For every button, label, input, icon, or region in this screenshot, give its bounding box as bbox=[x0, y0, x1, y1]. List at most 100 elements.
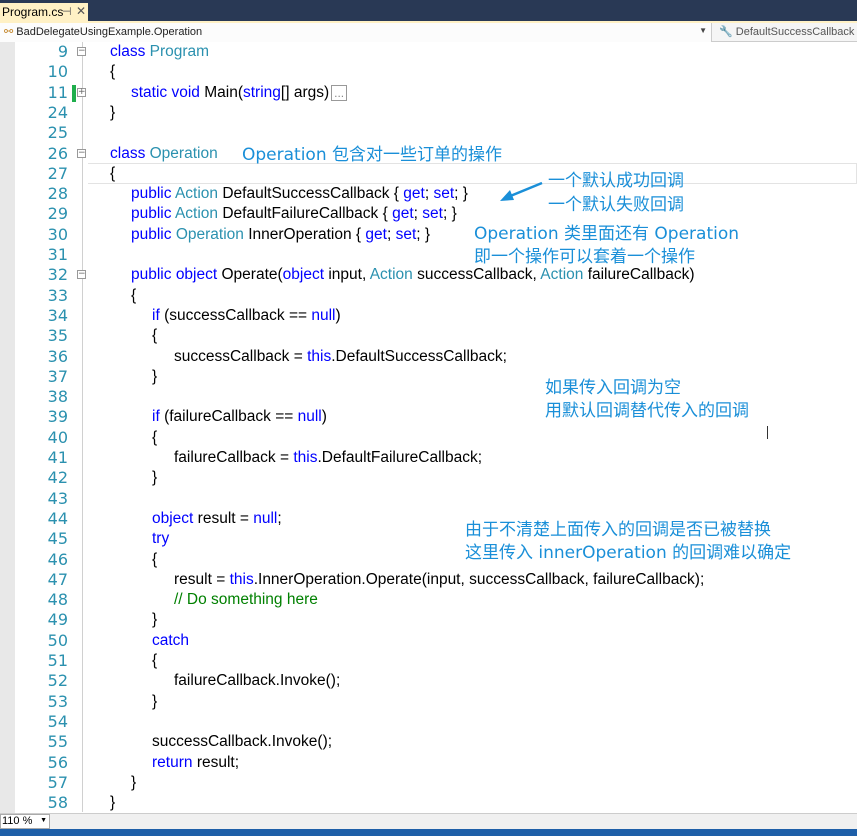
tab-program-cs[interactable]: Program.cs ⊣ ✕ bbox=[0, 3, 88, 21]
outline-margin bbox=[82, 42, 83, 812]
code-line[interactable]: } bbox=[131, 774, 136, 792]
code-line[interactable]: // Do something here bbox=[174, 591, 318, 609]
code-line[interactable]: } bbox=[152, 611, 157, 629]
annotation-default-success: 一个默认成功回调 bbox=[548, 171, 684, 191]
code-line[interactable]: { bbox=[110, 63, 115, 81]
code-token: } bbox=[110, 103, 116, 121]
code-token: { bbox=[152, 550, 158, 568]
line-number: 34 bbox=[47, 305, 68, 325]
code-line[interactable]: catch bbox=[152, 632, 189, 650]
code-token: { bbox=[152, 327, 158, 345]
navigation-bar: ⚯ BadDelegateUsingExample.Operation ▼ 🔧 … bbox=[0, 21, 857, 42]
code-token: ) bbox=[335, 306, 341, 324]
code-token: (failureCallback == bbox=[164, 408, 298, 426]
code-line[interactable]: public Action DefaultFailureCallback { g… bbox=[131, 205, 457, 223]
code-token: failureCallback) bbox=[587, 266, 695, 284]
line-number: 39 bbox=[47, 407, 68, 427]
code-token: (successCallback == bbox=[164, 306, 312, 324]
code-token: set bbox=[422, 205, 443, 223]
code-token: this bbox=[307, 347, 332, 365]
code-token: ) bbox=[321, 408, 327, 426]
line-number: 27 bbox=[47, 163, 68, 183]
line-number: 57 bbox=[47, 772, 68, 792]
chevron-down-icon[interactable]: ▼ bbox=[40, 817, 47, 824]
code-line[interactable]: try bbox=[152, 530, 169, 548]
code-line[interactable]: if (failureCallback == null) bbox=[152, 408, 327, 426]
code-token: object bbox=[175, 266, 222, 284]
pin-icon[interactable]: ⊣ bbox=[62, 5, 72, 18]
expand-icon[interactable]: + bbox=[77, 87, 86, 97]
code-token: } bbox=[110, 794, 116, 812]
collapse-icon[interactable]: − bbox=[77, 148, 86, 158]
code-token: Operation bbox=[149, 144, 218, 162]
code-line[interactable]: failureCallback = this.DefaultFailureCal… bbox=[174, 449, 482, 467]
annotation-uncertain-2: 这里传入 innerOperation 的回调难以确定 bbox=[465, 543, 792, 563]
line-number: 55 bbox=[47, 732, 68, 752]
code-line[interactable]: } bbox=[152, 693, 157, 711]
code-line[interactable]: object result = null; bbox=[152, 510, 282, 528]
code-line[interactable]: if (successCallback == null) bbox=[152, 307, 341, 325]
code-line[interactable]: successCallback.Invoke(); bbox=[152, 733, 332, 751]
code-line[interactable]: { bbox=[152, 327, 157, 345]
code-token: Action bbox=[174, 205, 223, 223]
code-line[interactable]: successCallback = this.DefaultSuccessCal… bbox=[174, 348, 507, 366]
code-line[interactable]: } bbox=[110, 104, 115, 122]
type-selector-dropdown[interactable]: ⚯ BadDelegateUsingExample.Operation ▼ bbox=[0, 23, 712, 42]
code-line[interactable]: failureCallback.Invoke(); bbox=[174, 672, 340, 690]
code-token: get bbox=[403, 185, 425, 203]
collapse-icon[interactable]: − bbox=[77, 47, 86, 56]
code-token: successCallback, bbox=[417, 266, 541, 284]
code-token: return bbox=[152, 753, 197, 771]
code-token: [] args) bbox=[280, 83, 330, 101]
code-line[interactable]: } bbox=[152, 469, 157, 487]
code-line[interactable]: { bbox=[152, 429, 157, 447]
code-line[interactable]: class Program bbox=[110, 43, 209, 61]
code-token: ; bbox=[386, 225, 396, 243]
code-line[interactable]: return result; bbox=[152, 754, 239, 772]
code-token: InnerOperation { bbox=[248, 225, 366, 243]
line-number: 46 bbox=[47, 549, 68, 569]
code-token: result = bbox=[174, 570, 230, 588]
code-line[interactable]: result = this.InnerOperation.Operate(inp… bbox=[174, 571, 704, 589]
code-token: input, bbox=[328, 266, 370, 284]
code-token: { bbox=[110, 164, 116, 182]
code-line[interactable]: } bbox=[152, 368, 157, 386]
code-token: Action bbox=[174, 185, 223, 203]
code-token: failureCallback.Invoke(); bbox=[174, 672, 341, 690]
wrench-icon: 🔧 bbox=[719, 26, 733, 38]
member-selector-value: DefaultSuccessCallback bbox=[735, 26, 855, 38]
line-number: 58 bbox=[47, 793, 68, 813]
code-token: get bbox=[365, 225, 387, 243]
code-token: } bbox=[131, 773, 137, 791]
zoom-dropdown[interactable]: 110 % ▼ bbox=[0, 814, 50, 829]
close-icon[interactable]: ✕ bbox=[76, 4, 86, 18]
code-line[interactable]: { bbox=[152, 551, 157, 569]
code-token: class bbox=[110, 144, 150, 162]
code-line[interactable]: static void Main(string[] args)... bbox=[131, 83, 348, 102]
code-token: set bbox=[433, 185, 455, 203]
code-token: Operation bbox=[175, 225, 249, 243]
chevron-down-icon[interactable]: ▼ bbox=[699, 26, 707, 35]
line-number: 10 bbox=[47, 62, 68, 82]
code-line[interactable]: public Operation InnerOperation { get; s… bbox=[131, 226, 430, 244]
code-token: ; bbox=[277, 509, 282, 527]
code-token: this bbox=[293, 449, 318, 466]
code-line[interactable]: class Operation bbox=[110, 145, 218, 163]
line-number: 24 bbox=[47, 102, 68, 122]
code-token: .DefaultFailureCallback; bbox=[317, 449, 482, 466]
code-line[interactable]: } bbox=[110, 794, 115, 812]
collapsed-region-button[interactable]: ... bbox=[331, 84, 348, 101]
line-number: 54 bbox=[47, 711, 68, 731]
document-tab-strip bbox=[0, 0, 857, 21]
code-line[interactable]: { bbox=[152, 652, 157, 670]
editor-status-bar: 110 % ▼ bbox=[0, 813, 857, 829]
code-token: Main( bbox=[204, 83, 243, 101]
code-line[interactable]: public object Operate(object input, Acti… bbox=[131, 266, 695, 284]
code-line[interactable]: public Action DefaultSuccessCallback { g… bbox=[131, 185, 468, 203]
code-line[interactable]: { bbox=[110, 165, 115, 183]
code-line[interactable]: { bbox=[131, 287, 136, 305]
collapse-icon[interactable]: − bbox=[77, 270, 86, 280]
member-selector-dropdown[interactable]: 🔧 DefaultSuccessCallback bbox=[715, 23, 857, 42]
text-cursor bbox=[767, 426, 768, 439]
line-number: 37 bbox=[47, 366, 68, 386]
